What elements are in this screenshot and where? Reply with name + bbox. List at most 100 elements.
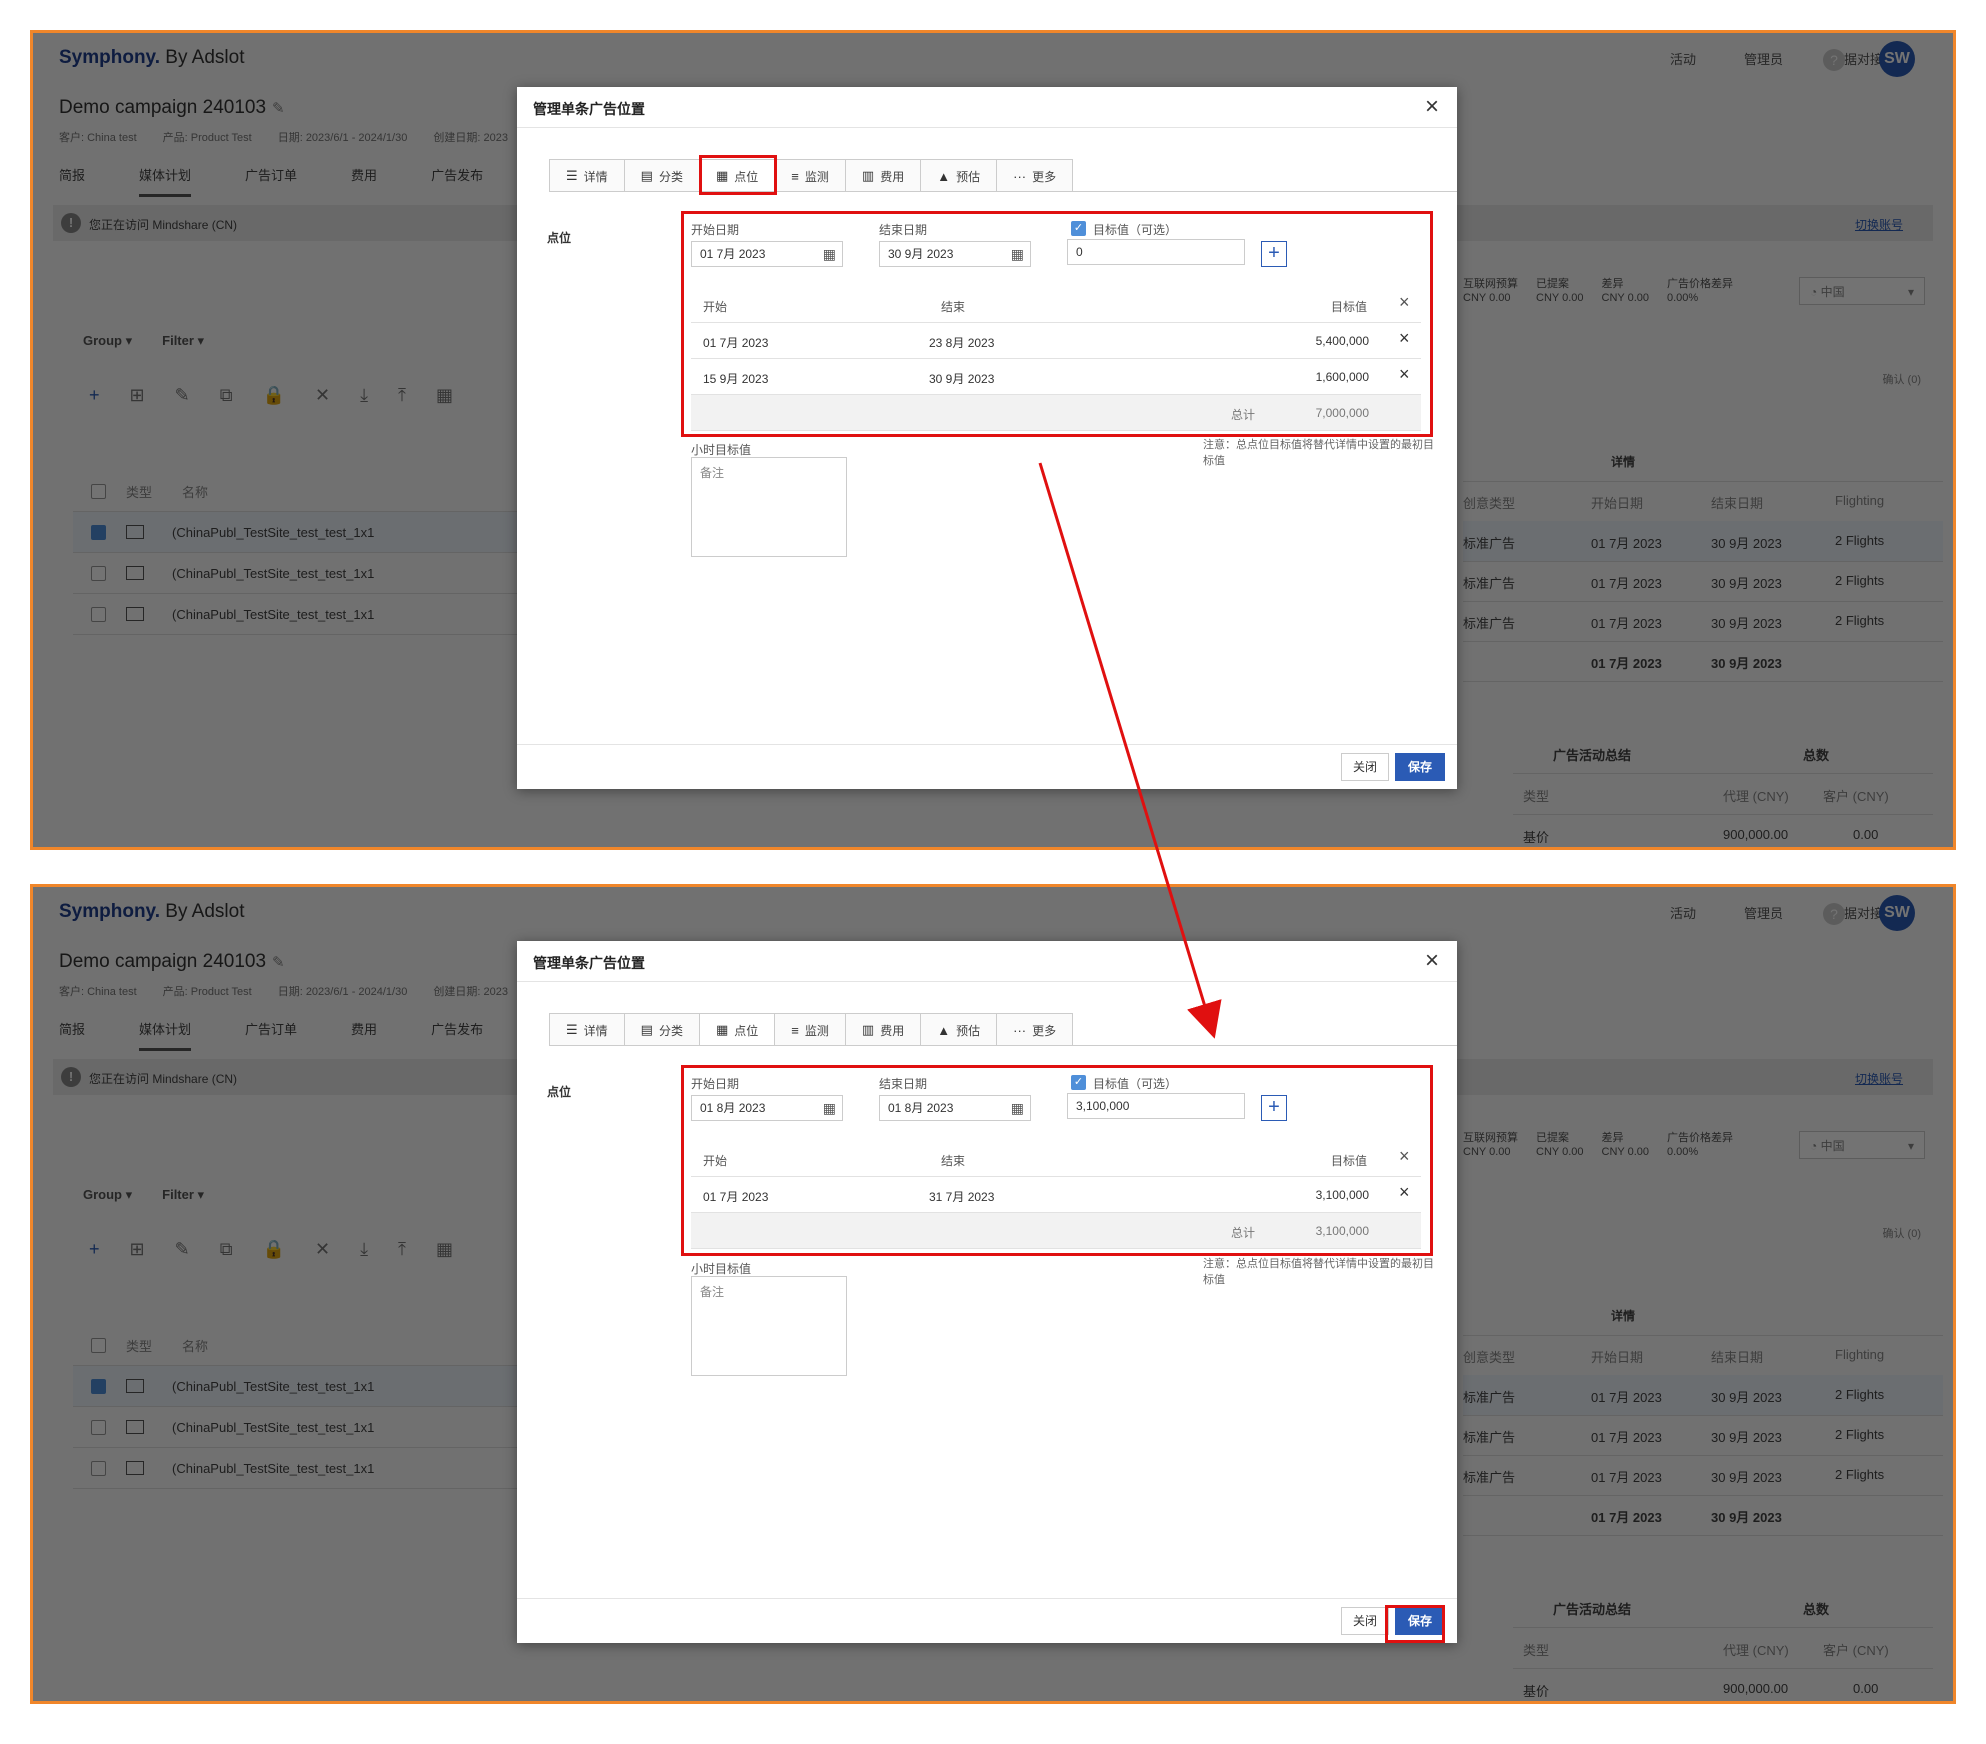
tab-label: 更多 bbox=[1032, 1023, 1057, 1038]
flight-target: 3,100,000 bbox=[1315, 1188, 1369, 1202]
modal-footer: 关闭 保存 bbox=[517, 744, 1457, 789]
close-button[interactable]: 关闭 bbox=[1341, 753, 1389, 781]
calendar-icon[interactable]: ▦ bbox=[1011, 242, 1024, 266]
flight-row[interactable]: 15 9月 2023 30 9月 2023 1,600,000 × bbox=[691, 359, 1421, 395]
end-date-input[interactable]: 30 9月 2023 ▦ bbox=[879, 241, 1031, 267]
start-date-label: 开始日期 bbox=[691, 223, 740, 237]
flight-note: 注意：总点位目标值将替代详情中设置的最初目标值 bbox=[1203, 1258, 1434, 1286]
target-input[interactable]: 3,100,000 bbox=[1067, 1093, 1245, 1119]
col-start: 开始 bbox=[703, 300, 728, 314]
section-label: 点位 bbox=[547, 231, 572, 245]
flight-target: 5,400,000 bbox=[1315, 334, 1369, 348]
tab-label: 监测 bbox=[804, 169, 829, 184]
flight-target: 1,600,000 bbox=[1315, 370, 1369, 384]
modal-tabs: ☰ 详情 ▤ 分类 ▦ 点位 ≡ 监测 ▥ 费用 ▲ 预估 ··· 更多 bbox=[549, 159, 1074, 192]
end-date-input[interactable]: 01 8月 2023 ▦ bbox=[879, 1095, 1031, 1121]
delete-row-icon[interactable]: × bbox=[1399, 328, 1410, 349]
tab-label: 详情 bbox=[583, 1023, 608, 1038]
category-icon: ▤ bbox=[640, 1022, 653, 1037]
tab-more[interactable]: ··· 更多 bbox=[997, 160, 1073, 192]
col-target: 目标值 bbox=[1331, 1154, 1368, 1168]
tab-more[interactable]: ··· 更多 bbox=[997, 1014, 1073, 1046]
target-label: 目标值（可选） bbox=[1093, 1077, 1178, 1091]
target-value: 0 bbox=[1076, 245, 1083, 259]
total-label: 总计 bbox=[1231, 1226, 1256, 1240]
placement-modal: 管理单条广告位置 × ☰ 详情 ▤ 分类 ▦ 点位 ≡ 监测 ▥ 费用 ▲ 预估 ··· 更多 点位 开始日期 结束… bbox=[517, 941, 1457, 1643]
close-icon[interactable]: × bbox=[1425, 93, 1439, 121]
col-end: 结束 bbox=[941, 1154, 966, 1168]
save-button[interactable]: 保存 bbox=[1395, 753, 1445, 781]
hourly-target-label: 小时目标值 bbox=[691, 443, 752, 457]
clear-all-icon[interactable]: × bbox=[1399, 292, 1410, 313]
tab-forecast[interactable]: ▲ 预估 bbox=[921, 1014, 998, 1046]
target-checkbox[interactable]: ✓ bbox=[1071, 1075, 1086, 1090]
tab-label: 分类 bbox=[658, 1023, 683, 1038]
calendar-icon: ▦ bbox=[715, 168, 729, 183]
tab-label: 更多 bbox=[1032, 169, 1057, 184]
divider bbox=[517, 981, 1457, 982]
flight-note: 注意：总点位目标值将替代详情中设置的最初目标值 bbox=[1203, 439, 1434, 467]
flight-row[interactable]: 01 7月 2023 23 8月 2023 5,400,000 × bbox=[691, 323, 1421, 359]
close-button[interactable]: 关闭 bbox=[1341, 1607, 1389, 1635]
tab-label: 详情 bbox=[583, 169, 608, 184]
tab-label: 预估 bbox=[956, 169, 981, 184]
start-date-value: 01 7月 2023 bbox=[700, 247, 766, 261]
total-label: 总计 bbox=[1231, 408, 1256, 422]
save-button[interactable]: 保存 bbox=[1395, 1607, 1445, 1635]
tab-cost[interactable]: ▥ 费用 bbox=[845, 160, 922, 192]
start-date-input[interactable]: 01 8月 2023 ▦ bbox=[691, 1095, 843, 1121]
flight-table-header: 开始 结束 目标值 × bbox=[691, 287, 1421, 323]
list-icon: ☰ bbox=[566, 168, 578, 183]
tab-tracking[interactable]: ≡ 监测 bbox=[775, 1014, 846, 1046]
end-date-value: 30 9月 2023 bbox=[888, 247, 954, 261]
notes-textarea[interactable]: 备注 bbox=[691, 457, 847, 557]
calendar-icon[interactable]: ▦ bbox=[1011, 1096, 1024, 1120]
add-flight-button[interactable]: + bbox=[1261, 1095, 1287, 1121]
tab-details[interactable]: ☰ 详情 bbox=[550, 160, 625, 192]
calculator-icon: ▥ bbox=[861, 1022, 875, 1037]
flight-end: 23 8月 2023 bbox=[929, 336, 995, 350]
notes-textarea[interactable]: 备注 bbox=[691, 1276, 847, 1376]
tab-flighting[interactable]: ▦ 点位 bbox=[699, 160, 776, 192]
flight-start: 15 9月 2023 bbox=[703, 372, 769, 386]
tab-details[interactable]: ☰ 详情 bbox=[550, 1014, 625, 1046]
tabs-underline bbox=[549, 1045, 1457, 1046]
add-flight-button[interactable]: + bbox=[1261, 241, 1287, 267]
flight-row[interactable]: 01 7月 2023 31 7月 2023 3,100,000 × bbox=[691, 1177, 1421, 1213]
calendar-icon[interactable]: ▦ bbox=[823, 1096, 836, 1120]
total-value: 3,100,000 bbox=[1315, 1224, 1369, 1238]
hourly-target-label: 小时目标值 bbox=[691, 1262, 752, 1276]
tab-forecast[interactable]: ▲ 预估 bbox=[921, 160, 998, 192]
modal-title: 管理单条广告位置 bbox=[533, 955, 645, 971]
screenshot-panel-bottom: Symphony. By Adslot活动管理员数据对接?SWDemo camp… bbox=[30, 884, 1956, 1704]
target-checkbox[interactable]: ✓ bbox=[1071, 221, 1086, 236]
tab-label: 费用 bbox=[880, 169, 905, 184]
clear-all-icon[interactable]: × bbox=[1399, 1146, 1410, 1167]
tracking-icon: ≡ bbox=[791, 1022, 799, 1038]
divider bbox=[517, 127, 1457, 128]
start-date-input[interactable]: 01 7月 2023 ▦ bbox=[691, 241, 843, 267]
modal-title: 管理单条广告位置 bbox=[533, 101, 645, 117]
calendar-icon: ▦ bbox=[715, 1022, 729, 1037]
calendar-icon[interactable]: ▦ bbox=[823, 242, 836, 266]
tab-tracking[interactable]: ≡ 监测 bbox=[775, 160, 846, 192]
modal-footer: 关闭 保存 bbox=[517, 1598, 1457, 1643]
tab-flighting[interactable]: ▦ 点位 bbox=[699, 1014, 776, 1046]
flight-total-row: 总计 7,000,000 bbox=[691, 395, 1421, 431]
col-target: 目标值 bbox=[1331, 300, 1368, 314]
tab-cost[interactable]: ▥ 费用 bbox=[845, 1014, 922, 1046]
tab-category[interactable]: ▤ 分类 bbox=[624, 160, 700, 192]
flight-total-row: 总计 3,100,000 bbox=[691, 1213, 1421, 1249]
more-icon: ··· bbox=[1013, 168, 1027, 184]
start-date-label: 开始日期 bbox=[691, 1077, 740, 1091]
target-label: 目标值（可选） bbox=[1093, 223, 1178, 237]
placement-modal: 管理单条广告位置 × ☰ 详情 ▤ 分类 ▦ 点位 ≡ 监测 ▥ 费用 ▲ 预估 ··· 更多 点位 开始日期 结束… bbox=[517, 87, 1457, 789]
close-icon[interactable]: × bbox=[1425, 947, 1439, 975]
delete-row-icon[interactable]: × bbox=[1399, 1182, 1410, 1203]
end-date-value: 01 8月 2023 bbox=[888, 1101, 954, 1115]
delete-row-icon[interactable]: × bbox=[1399, 364, 1410, 385]
tab-category[interactable]: ▤ 分类 bbox=[624, 1014, 700, 1046]
flight-end: 31 7月 2023 bbox=[929, 1190, 995, 1204]
target-input[interactable]: 0 bbox=[1067, 239, 1245, 265]
end-date-label: 结束日期 bbox=[879, 1077, 928, 1091]
